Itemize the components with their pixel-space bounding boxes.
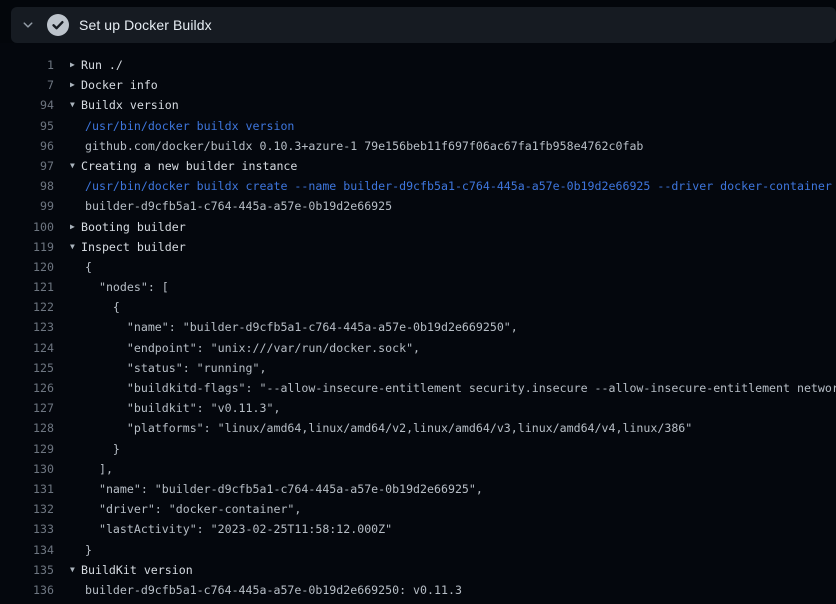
log-line: 130 ], [0,459,836,479]
log-group-row[interactable]: 97 ▼ Creating a new builder instance [0,156,836,176]
log-text: { [85,257,92,277]
log-text: BuildKit version [81,560,193,580]
log-group-row[interactable]: 135 ▼ BuildKit version [0,560,836,580]
line-number[interactable]: 124 [0,338,54,358]
log-text: "platforms": "linux/amd64,linux/amd64/v2… [85,418,692,438]
log-group-row[interactable]: 7 ▶ Docker info [0,75,836,95]
log-text: builder-d9cfb5a1-c764-445a-a57e-0b19d2e6… [85,580,462,600]
group-toggle-icon[interactable]: ▶ [70,75,81,95]
line-number[interactable]: 123 [0,317,54,337]
line-number[interactable]: 133 [0,519,54,539]
group-toggle-icon[interactable]: ▼ [70,560,81,580]
log-text: "name": "builder-d9cfb5a1-c764-445a-a57e… [85,317,518,337]
log-line: 96 github.com/docker/buildx 0.10.3+azure… [0,136,836,156]
log-group-row[interactable]: 1 ▶ Run ./ [0,55,836,75]
log-text: Booting builder [81,217,186,237]
step-header[interactable]: Set up Docker Buildx [11,7,836,43]
line-number[interactable]: 130 [0,459,54,479]
log-text: Buildx version [81,95,179,115]
log-text: { [85,297,120,317]
log-line: 98 /usr/bin/docker buildx create --name … [0,176,836,196]
line-number[interactable]: 119 [0,237,54,257]
log-text: "status": "running", [85,358,266,378]
step-title: Set up Docker Buildx [79,17,212,33]
line-number[interactable]: 94 [0,95,54,115]
log-text: "endpoint": "unix:///var/run/docker.sock… [85,338,420,358]
check-circle-icon [47,14,69,36]
log-text: "buildkitd-flags": "--allow-insecure-ent… [85,378,836,398]
log-line: 125 "status": "running", [0,358,836,378]
line-number[interactable]: 131 [0,479,54,499]
log-container: 1 ▶ Run ./ 7 ▶ Docker info 94 ▼ Buildx v… [0,43,836,604]
line-number[interactable]: 128 [0,418,54,438]
log-line: 99 builder-d9cfb5a1-c764-445a-a57e-0b19d… [0,196,836,216]
group-toggle-icon[interactable]: ▼ [70,95,81,115]
log-line: 134 } [0,540,836,560]
line-number[interactable]: 97 [0,156,54,176]
log-group-row[interactable]: 94 ▼ Buildx version [0,95,836,115]
log-line: 129 } [0,439,836,459]
chevron-down-icon[interactable] [21,18,35,32]
line-number[interactable]: 96 [0,136,54,156]
line-number[interactable]: 120 [0,257,54,277]
line-number[interactable]: 121 [0,277,54,297]
log-group-row[interactable]: 100 ▶ Booting builder [0,217,836,237]
line-number[interactable]: 122 [0,297,54,317]
group-toggle-icon[interactable]: ▼ [70,156,81,176]
group-toggle-icon[interactable]: ▶ [70,55,81,75]
line-number[interactable]: 127 [0,398,54,418]
log-text: "buildkit": "v0.11.3", [85,398,280,418]
log-text: ], [85,459,113,479]
line-number[interactable]: 132 [0,499,54,519]
log-text: /usr/bin/docker buildx version [85,116,294,136]
line-number[interactable]: 126 [0,378,54,398]
log-text: "name": "builder-d9cfb5a1-c764-445a-a57e… [85,479,483,499]
log-text: Inspect builder [81,237,186,257]
log-text: builder-d9cfb5a1-c764-445a-a57e-0b19d2e6… [85,196,392,216]
log-text: "nodes": [ [85,277,169,297]
line-number[interactable]: 135 [0,560,54,580]
line-number[interactable]: 95 [0,116,54,136]
line-number[interactable]: 136 [0,580,54,600]
line-number[interactable]: 99 [0,196,54,216]
log-text: } [85,540,92,560]
log-text: } [85,439,120,459]
group-toggle-icon[interactable]: ▼ [70,237,81,257]
log-line: 123 "name": "builder-d9cfb5a1-c764-445a-… [0,317,836,337]
log-line: 132 "driver": "docker-container", [0,499,836,519]
log-text: "lastActivity": "2023-02-25T11:58:12.000… [85,519,392,539]
log-line: 128 "platforms": "linux/amd64,linux/amd6… [0,418,836,438]
log-line: 133 "lastActivity": "2023-02-25T11:58:12… [0,519,836,539]
log-line: 124 "endpoint": "unix:///var/run/docker.… [0,338,836,358]
line-number[interactable]: 7 [0,75,54,95]
log-text: "driver": "docker-container", [85,499,301,519]
log-line: 121 "nodes": [ [0,277,836,297]
log-line: 126 "buildkitd-flags": "--allow-insecure… [0,378,836,398]
line-number[interactable]: 125 [0,358,54,378]
line-number[interactable]: 100 [0,217,54,237]
log-text: Docker info [81,75,158,95]
log-text: github.com/docker/buildx 0.10.3+azure-1 … [85,136,643,156]
log-line: 131 "name": "builder-d9cfb5a1-c764-445a-… [0,479,836,499]
log-line: 120 { [0,257,836,277]
log-line: 136 builder-d9cfb5a1-c764-445a-a57e-0b19… [0,580,836,600]
log-line: 122 { [0,297,836,317]
log-line: 95 /usr/bin/docker buildx version [0,116,836,136]
log-text: Run ./ [81,55,123,75]
log-text: Creating a new builder instance [81,156,297,176]
log-group-row[interactable]: 119 ▼ Inspect builder [0,237,836,257]
log-line: 127 "buildkit": "v0.11.3", [0,398,836,418]
line-number[interactable]: 98 [0,176,54,196]
line-number[interactable]: 134 [0,540,54,560]
line-number[interactable]: 129 [0,439,54,459]
line-number[interactable]: 1 [0,55,54,75]
log-text: /usr/bin/docker buildx create --name bui… [85,176,832,196]
group-toggle-icon[interactable]: ▶ [70,217,81,237]
